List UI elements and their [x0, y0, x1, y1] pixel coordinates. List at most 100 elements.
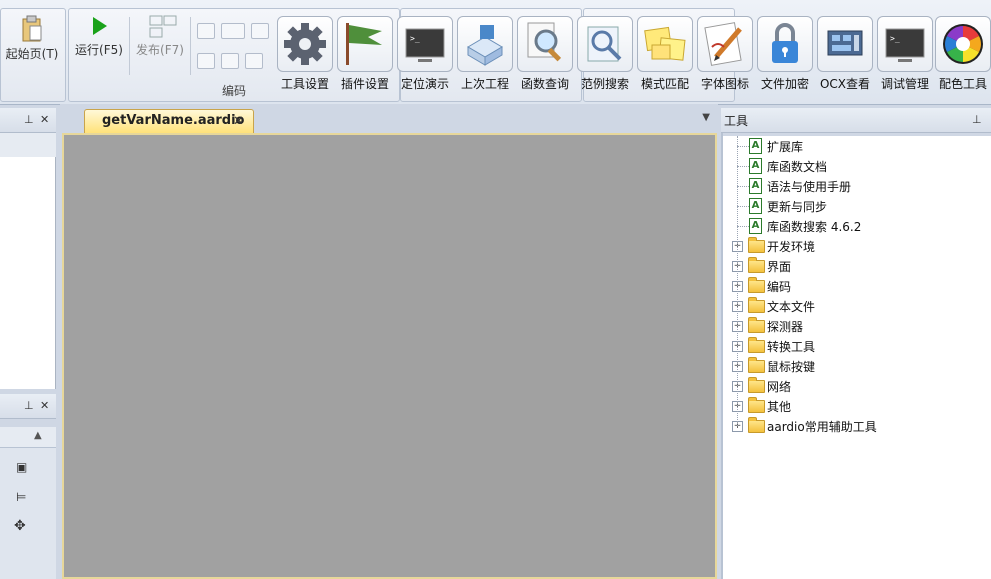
tree-item-label: 开发环境	[767, 240, 816, 254]
pencil-doc-icon	[697, 16, 753, 72]
tree-item[interactable]: + 开发环境	[723, 236, 991, 256]
tree-item[interactable]: + 转换工具	[723, 336, 991, 356]
folder-icon	[748, 297, 765, 313]
tree-item-label: 库函数搜索 4.6.2	[767, 220, 862, 234]
project-icon	[457, 16, 513, 72]
tool-label: 函数查询	[520, 77, 569, 91]
tree-item-label: 编码	[767, 280, 792, 294]
debug-manage-button[interactable]: >_ 调试管理	[876, 16, 934, 94]
editor-tab[interactable]: getVarName.aardio ✕	[84, 109, 254, 133]
cut-icon[interactable]	[197, 23, 215, 39]
undo-icon[interactable]	[197, 53, 215, 69]
run-label: 运行(F5)	[75, 43, 123, 57]
tree-item[interactable]: + 编码	[723, 276, 991, 296]
move-icon[interactable]: ✥	[14, 518, 26, 534]
tree-item[interactable]: + 界面	[723, 256, 991, 276]
color-tool-button[interactable]: 配色工具	[935, 16, 991, 94]
last-project-button[interactable]: 上次工程	[456, 16, 514, 94]
locate-demo-button[interactable]: >_ 定位演示	[396, 16, 454, 94]
start-page-label: 起始页(T)	[5, 47, 59, 61]
left-pane-bottom-content: ▣ ⊨ ✥	[0, 448, 56, 579]
terminal-icon: >_	[397, 16, 453, 72]
font-icon-button[interactable]: 字体图标	[696, 16, 754, 94]
tree-item[interactable]: + 其他	[723, 396, 991, 416]
left-pane-subheader	[0, 133, 56, 157]
folder-icon	[748, 417, 765, 433]
tool-label: 调试管理	[880, 77, 929, 91]
tool-label: 工具设置	[280, 77, 329, 91]
tab-list-dropdown-icon[interactable]: ▼	[702, 112, 710, 123]
folder-icon	[748, 277, 765, 293]
ocx-view-button[interactable]: OCX查看	[816, 16, 874, 94]
file-icon: A	[749, 158, 762, 174]
svg-text:>_: >_	[410, 34, 420, 43]
publish-icon	[149, 15, 177, 38]
pattern-match-button[interactable]: 模式匹配	[636, 16, 694, 94]
folder-icon	[748, 257, 765, 273]
redo-icon[interactable]	[221, 53, 239, 69]
tool-label: 模式匹配	[640, 77, 689, 91]
gear-icon	[277, 16, 333, 72]
tree-item[interactable]: + aardio常用辅助工具	[723, 416, 991, 436]
tree-item[interactable]: A 扩展库	[723, 136, 991, 156]
example-search-button[interactable]: 范例搜索	[576, 16, 634, 94]
tree-item-label: 扩展库	[767, 140, 804, 154]
color-wheel-icon	[935, 16, 991, 72]
indent-icon[interactable]	[245, 53, 263, 69]
close-icon[interactable]: ✕	[233, 114, 244, 129]
paste-icon[interactable]	[251, 23, 269, 39]
separator	[129, 17, 130, 75]
component-icon	[817, 16, 873, 72]
publish-button[interactable]: 发布(F7)	[131, 15, 189, 58]
left-pane-top-content	[0, 157, 56, 389]
pin-icon[interactable]: ⊥	[24, 113, 34, 126]
left-pane-top-header: ⊥ ✕	[0, 108, 56, 133]
tool-label: 定位演示	[400, 77, 449, 91]
tree-item[interactable]: A 库函数搜索 4.6.2	[723, 216, 991, 236]
folder-icon	[748, 397, 765, 413]
ribbon: 起始页(T) 运行(F5) 发布(F7) 编码 工具设置 插件设置 >_ 定位演…	[0, 0, 991, 105]
tree-item[interactable]: A 库函数文档	[723, 156, 991, 176]
folder-icon	[748, 317, 765, 333]
run-button[interactable]: 运行(F5)	[71, 15, 127, 58]
close-icon[interactable]: ✕	[40, 399, 49, 412]
separator	[190, 17, 191, 75]
tool-label: 插件设置	[340, 77, 389, 91]
tree-line	[737, 186, 749, 187]
tree-item[interactable]: A 语法与使用手册	[723, 176, 991, 196]
pin-icon[interactable]: ⊥	[24, 399, 34, 412]
tool-label: OCX查看	[819, 77, 871, 91]
tool-label: 配色工具	[938, 77, 987, 91]
folder-icon	[748, 377, 765, 393]
tree-item-label: 界面	[767, 260, 792, 274]
file-icon: A	[749, 178, 762, 194]
tree-item[interactable]: + 探测器	[723, 316, 991, 336]
scroll-up-icon[interactable]: ▲	[34, 430, 42, 441]
copy-icon[interactable]	[221, 23, 245, 39]
align-icon[interactable]: ⊨	[16, 490, 26, 504]
folder-icon	[748, 357, 765, 373]
tool-label: 字体图标	[700, 77, 749, 91]
tree-item-label: 更新与同步	[767, 200, 828, 214]
editor-tab-title: getVarName.aardio	[102, 113, 245, 128]
pin-icon[interactable]: ⊥	[972, 113, 982, 126]
plugin-settings-button[interactable]: 插件设置	[336, 16, 394, 94]
editor-area[interactable]	[62, 133, 717, 579]
tree-item[interactable]: A 更新与同步	[723, 196, 991, 216]
function-query-button[interactable]: 函数查询	[516, 16, 574, 94]
file-encrypt-button[interactable]: 文件加密	[756, 16, 814, 94]
tree-line	[737, 146, 749, 147]
svg-text:>_: >_	[890, 34, 900, 43]
lock-icon	[757, 16, 813, 72]
tree-item-label: 库函数文档	[767, 160, 828, 174]
tree-item[interactable]: + 网络	[723, 376, 991, 396]
start-page-button[interactable]: 起始页(T)	[1, 15, 63, 62]
object-icon[interactable]: ▣	[16, 460, 27, 474]
close-icon[interactable]: ✕	[40, 113, 49, 126]
tree-item[interactable]: + 文本文件	[723, 296, 991, 316]
start-group: 起始页(T)	[0, 8, 66, 102]
tree-item[interactable]: + 鼠标按键	[723, 356, 991, 376]
tools-pane-header: 工具 ⊥	[721, 108, 991, 133]
magnifier-icon	[517, 16, 573, 72]
tool-settings-button[interactable]: 工具设置	[276, 16, 334, 94]
